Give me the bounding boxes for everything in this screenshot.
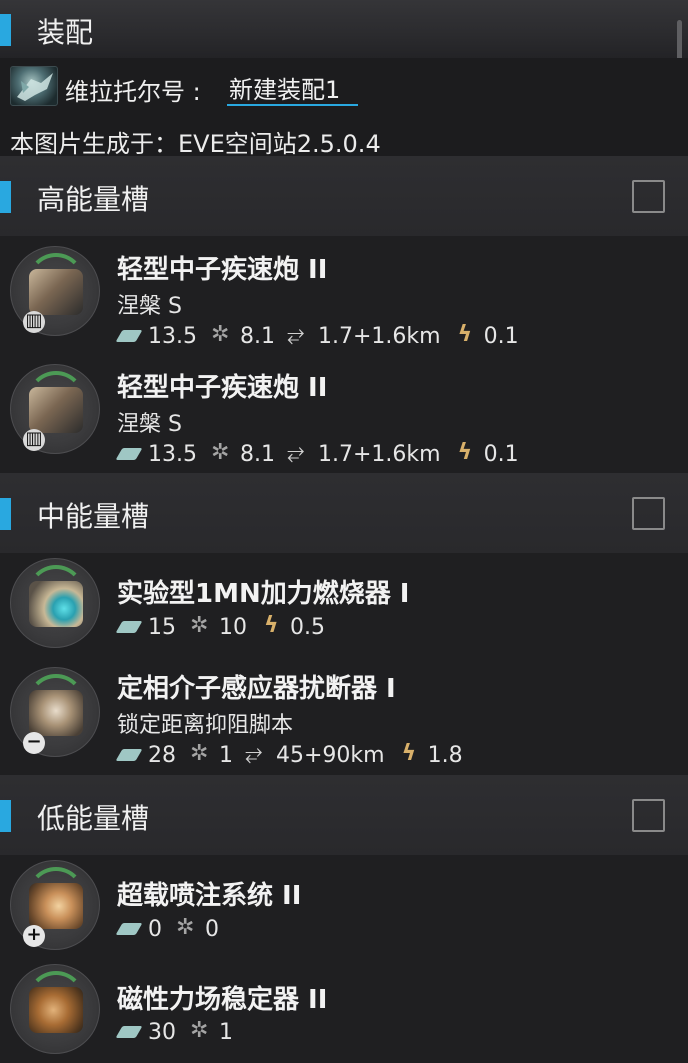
powergrid-value: 1 bbox=[219, 1019, 233, 1045]
module-stats: 30 1 bbox=[117, 1018, 245, 1046]
high-slot-title: 高能量槽 bbox=[37, 183, 150, 216]
capacitor-value: 0.5 bbox=[290, 614, 325, 640]
module-stats: 13.5 8.1 1.7+1.6km 0.1 bbox=[117, 322, 531, 350]
capacitor-icon bbox=[453, 440, 481, 466]
low-slot-checkbox[interactable] bbox=[632, 799, 665, 832]
sensor-dampener-icon: − bbox=[10, 667, 100, 757]
range-icon bbox=[287, 440, 315, 466]
cpu-value: 30 bbox=[148, 1019, 176, 1045]
range-value: 1.7+1.6km bbox=[317, 441, 441, 467]
module-name: 磁性力场稳定器 II bbox=[117, 985, 328, 1015]
powergrid-value: 10 bbox=[219, 614, 247, 640]
range-icon bbox=[245, 741, 273, 767]
capacitor-value: 1.8 bbox=[427, 742, 463, 768]
powergrid-icon bbox=[188, 613, 216, 639]
fitting-header: 装配 bbox=[0, 0, 688, 58]
generated-by-text: 本图片生成于：EVE空间站2.5.0.4 bbox=[10, 130, 381, 158]
module-row-low-1[interactable]: + 超载喷注系统 II 0 0 bbox=[0, 855, 688, 957]
ship-icon[interactable] bbox=[10, 66, 58, 106]
cpu-icon bbox=[117, 743, 145, 767]
capacitor-icon bbox=[397, 741, 425, 767]
high-slot-checkbox[interactable] bbox=[632, 180, 665, 213]
overdrive-injector-icon: + bbox=[10, 860, 100, 950]
magnetic-field-stabilizer-icon bbox=[10, 964, 100, 1054]
cpu-value: 28 bbox=[148, 742, 176, 768]
module-name: 轻型中子疾速炮 II bbox=[117, 255, 328, 285]
powergrid-value: 0 bbox=[205, 916, 219, 942]
page-title: 装配 bbox=[37, 16, 94, 49]
module-row-mid-2[interactable]: − 定相介子感应器扰断器 I 锁定距离抑阻脚本 28 1 45+90km 1.8 bbox=[0, 653, 688, 773]
powergrid-icon bbox=[188, 1018, 216, 1044]
afterburner-icon bbox=[10, 558, 100, 648]
fit-info: 维拉托尔号 : 本图片生成于：EVE空间站2.5.0.4 bbox=[0, 58, 688, 158]
module-name: 轻型中子疾速炮 II bbox=[117, 373, 328, 403]
cpu-value: 13.5 bbox=[148, 323, 197, 349]
module-stats: 13.5 8.1 1.7+1.6km 0.1 bbox=[117, 440, 531, 468]
module-name: 实验型1MN加力燃烧器 I bbox=[117, 579, 410, 609]
mid-slot-checkbox[interactable] bbox=[632, 497, 665, 530]
cpu-value: 13.5 bbox=[148, 441, 197, 467]
powergrid-value: 1 bbox=[219, 742, 233, 768]
powergrid-icon bbox=[188, 741, 216, 767]
cpu-icon bbox=[117, 1020, 145, 1044]
module-charge: 涅槃 S bbox=[117, 294, 182, 319]
cpu-value: 0 bbox=[148, 916, 162, 942]
ship-name-label: 维拉托尔号 : bbox=[65, 78, 201, 106]
cpu-icon bbox=[117, 442, 145, 466]
header-accent-bar bbox=[0, 14, 11, 46]
module-stats: 15 10 0.5 bbox=[117, 613, 337, 641]
cpu-icon bbox=[117, 324, 145, 348]
capacitor-value: 0.1 bbox=[483, 441, 519, 467]
range-value: 1.7+1.6km bbox=[317, 323, 441, 349]
mid-slot-title: 中能量槽 bbox=[37, 500, 150, 533]
module-charge: 锁定距离抑阻脚本 bbox=[117, 713, 294, 738]
low-slot-title: 低能量槽 bbox=[37, 802, 150, 835]
capacitor-value: 0.1 bbox=[483, 323, 519, 349]
module-stats: 28 1 45+90km 1.8 bbox=[117, 741, 475, 769]
capacitor-icon bbox=[259, 613, 287, 639]
powergrid-value: 8.1 bbox=[239, 323, 275, 349]
range-value: 45+90km bbox=[276, 742, 385, 768]
mid-slot-header: 中能量槽 bbox=[0, 473, 688, 553]
powergrid-icon bbox=[174, 915, 202, 941]
fit-name-input[interactable] bbox=[227, 70, 358, 106]
blaster-turret-icon: ▥ bbox=[10, 364, 100, 454]
cpu-icon bbox=[117, 917, 145, 941]
low-slot-accent-bar bbox=[0, 800, 11, 832]
high-slot-header: 高能量槽 bbox=[0, 156, 688, 236]
powergrid-icon bbox=[209, 322, 237, 348]
powergrid-value: 8.1 bbox=[239, 441, 275, 467]
range-icon bbox=[287, 322, 315, 348]
cpu-icon bbox=[117, 615, 145, 639]
module-row-high-2[interactable]: ▥ 轻型中子疾速炮 II 涅槃 S 13.5 8.1 1.7+1.6km 0.1 bbox=[0, 354, 688, 472]
module-charge: 涅槃 S bbox=[117, 412, 182, 437]
module-stats: 0 0 bbox=[117, 915, 231, 943]
module-row-low-2[interactable]: 磁性力场稳定器 II 30 1 bbox=[0, 957, 688, 1063]
blaster-turret-icon: ▥ bbox=[10, 246, 100, 336]
low-slot-header: 低能量槽 bbox=[0, 775, 688, 855]
module-row-high-1[interactable]: ▥ 轻型中子疾速炮 II 涅槃 S 13.5 8.1 1.7+1.6km 0.1 bbox=[0, 236, 688, 354]
module-row-mid-1[interactable]: 实验型1MN加力燃烧器 I 15 10 0.5 bbox=[0, 553, 688, 653]
capacitor-icon bbox=[453, 322, 481, 348]
powergrid-icon bbox=[209, 440, 237, 466]
cpu-value: 15 bbox=[148, 614, 176, 640]
high-slot-accent-bar bbox=[0, 181, 11, 213]
module-name: 超载喷注系统 II bbox=[117, 881, 302, 911]
module-name: 定相介子感应器扰断器 I bbox=[117, 674, 396, 704]
mid-slot-accent-bar bbox=[0, 498, 11, 530]
